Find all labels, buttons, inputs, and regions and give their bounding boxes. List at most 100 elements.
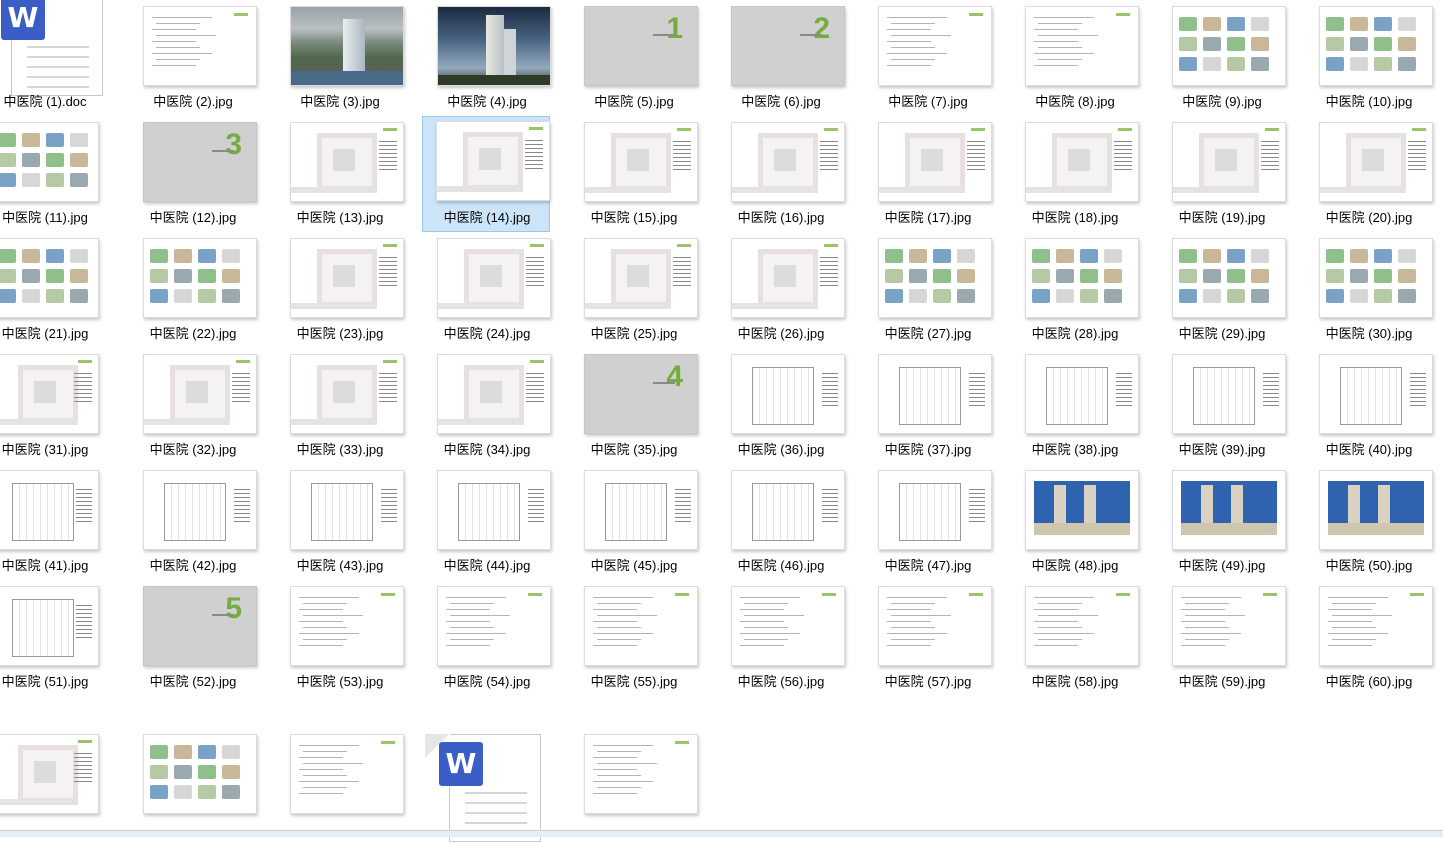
file-thumbnail[interactable] <box>1319 586 1433 666</box>
file-item[interactable]: 中医院 (16).jpg <box>716 116 845 232</box>
file-thumbnail[interactable] <box>1319 238 1433 318</box>
file-item[interactable]: 中医院 (2).jpg <box>128 0 257 116</box>
file-thumbnail[interactable] <box>1025 6 1139 86</box>
file-item[interactable]: 中医院 (34).jpg <box>422 348 551 464</box>
file-thumbnail[interactable] <box>1319 354 1433 434</box>
file-thumbnail[interactable]: 1 <box>584 6 698 86</box>
file-item[interactable]: 中医院 (41).jpg <box>0 464 118 580</box>
file-item[interactable]: 中医院 (25).jpg <box>569 232 698 348</box>
file-item[interactable]: 中医院 (48).jpg <box>1010 464 1139 580</box>
file-item[interactable]: 中医院 (49).jpg <box>1157 464 1286 580</box>
file-thumbnail[interactable] <box>290 734 404 814</box>
file-thumbnail[interactable] <box>1172 470 1286 550</box>
file-item[interactable]: 5 中医院 (52).jpg <box>128 580 257 696</box>
file-thumbnail[interactable] <box>878 122 992 202</box>
file-item[interactable]: 中医院 (40).jpg <box>1304 348 1433 464</box>
file-item[interactable]: 3 中医院 (12).jpg <box>128 116 257 232</box>
file-thumbnail[interactable] <box>1319 122 1433 202</box>
file-thumbnail[interactable]: 5 <box>143 586 257 666</box>
file-thumbnail[interactable] <box>0 238 99 318</box>
file-thumbnail[interactable] <box>1172 238 1286 318</box>
file-item[interactable]: 中医院 (59).jpg <box>1157 580 1286 696</box>
file-item[interactable]: 中医院 (33).jpg <box>275 348 404 464</box>
file-thumbnail[interactable] <box>0 470 99 550</box>
file-item[interactable]: 中医院 (37).jpg <box>863 348 992 464</box>
file-thumbnail[interactable] <box>1172 354 1286 434</box>
file-thumbnail[interactable] <box>0 354 99 434</box>
file-thumbnail[interactable] <box>437 6 551 86</box>
file-item[interactable]: 中医院 (18).jpg <box>1010 116 1139 232</box>
file-thumbnail[interactable] <box>1025 238 1139 318</box>
file-item[interactable]: 中医院 (3).jpg <box>275 0 404 116</box>
file-thumbnail[interactable] <box>1025 354 1139 434</box>
file-thumbnail[interactable]: 4 <box>584 354 698 434</box>
file-thumbnail[interactable] <box>1172 122 1286 202</box>
file-thumbnail[interactable] <box>731 238 845 318</box>
file-item[interactable]: 中医院 (4).jpg <box>422 0 551 116</box>
file-thumbnail[interactable] <box>290 586 404 666</box>
file-thumbnail[interactable]: 3 <box>143 122 257 202</box>
file-thumbnail[interactable] <box>731 122 845 202</box>
file-thumbnail[interactable] <box>1025 586 1139 666</box>
file-item[interactable]: 中医院 (8).jpg <box>1010 0 1139 116</box>
file-thumbnail[interactable] <box>878 238 992 318</box>
file-item[interactable]: 中医院 (31).jpg <box>0 348 118 464</box>
file-item[interactable]: 中医院 (51).jpg <box>0 580 118 696</box>
file-thumbnail[interactable] <box>1025 470 1139 550</box>
file-thumbnail[interactable] <box>143 470 257 550</box>
file-item[interactable]: 中医院 (24).jpg <box>422 232 551 348</box>
file-thumbnail[interactable] <box>1025 122 1139 202</box>
file-item[interactable]: 中医院 (38).jpg <box>1010 348 1139 464</box>
file-thumbnail[interactable] <box>436 121 550 201</box>
file-thumbnail[interactable]: W <box>425 733 551 842</box>
file-item[interactable]: 中医院 (9).jpg <box>1157 0 1286 116</box>
file-item[interactable]: 中医院 (53).jpg <box>275 580 404 696</box>
file-item[interactable] <box>569 728 698 844</box>
file-thumbnail[interactable] <box>0 122 99 202</box>
file-thumbnail[interactable]: W <box>0 0 103 96</box>
file-item[interactable]: 中医院 (21).jpg <box>0 232 118 348</box>
file-thumbnail[interactable] <box>878 6 992 86</box>
horizontal-scrollbar[interactable] <box>0 830 1443 837</box>
file-thumbnail[interactable] <box>290 6 404 86</box>
file-item[interactable] <box>128 728 257 844</box>
file-item[interactable]: W <box>422 728 550 844</box>
file-item[interactable]: 中医院 (54).jpg <box>422 580 551 696</box>
file-item[interactable]: 中医院 (20).jpg <box>1304 116 1433 232</box>
file-thumbnail[interactable] <box>290 354 404 434</box>
file-item[interactable]: 中医院 (30).jpg <box>1304 232 1433 348</box>
file-item[interactable]: W 中医院 (1).doc <box>0 0 118 116</box>
file-item[interactable]: 中医院 (57).jpg <box>863 580 992 696</box>
file-item[interactable]: 中医院 (7).jpg <box>863 0 992 116</box>
file-item[interactable]: 中医院 (15).jpg <box>569 116 698 232</box>
file-thumbnail[interactable] <box>731 470 845 550</box>
file-item[interactable]: 中医院 (39).jpg <box>1157 348 1286 464</box>
file-item[interactable]: 中医院 (56).jpg <box>716 580 845 696</box>
file-item[interactable]: 中医院 (13).jpg <box>275 116 404 232</box>
file-item[interactable]: 中医院 (17).jpg <box>863 116 992 232</box>
file-thumbnail[interactable] <box>437 586 551 666</box>
file-item[interactable]: 中医院 (46).jpg <box>716 464 845 580</box>
file-thumbnail[interactable] <box>290 122 404 202</box>
file-thumbnail[interactable] <box>584 734 698 814</box>
file-item[interactable]: 中医院 (19).jpg <box>1157 116 1286 232</box>
file-thumbnail[interactable] <box>437 470 551 550</box>
file-item[interactable]: 中医院 (45).jpg <box>569 464 698 580</box>
file-thumbnail[interactable] <box>1172 6 1286 86</box>
file-item[interactable]: 中医院 (36).jpg <box>716 348 845 464</box>
file-thumbnail[interactable]: 2 <box>731 6 845 86</box>
file-item[interactable]: 4 中医院 (35).jpg <box>569 348 698 464</box>
file-thumbnail[interactable] <box>878 586 992 666</box>
file-item[interactable]: 中医院 (50).jpg <box>1304 464 1433 580</box>
file-thumbnail[interactable] <box>584 470 698 550</box>
file-thumbnail[interactable] <box>290 238 404 318</box>
file-item[interactable]: 中医院 (58).jpg <box>1010 580 1139 696</box>
file-thumbnail[interactable] <box>143 238 257 318</box>
file-thumbnail[interactable] <box>1319 470 1433 550</box>
file-thumbnail[interactable] <box>143 354 257 434</box>
file-thumbnail[interactable] <box>731 586 845 666</box>
file-item[interactable]: 中医院 (28).jpg <box>1010 232 1139 348</box>
file-thumbnail[interactable] <box>878 470 992 550</box>
file-item[interactable]: 中医院 (55).jpg <box>569 580 698 696</box>
file-item[interactable]: 1 中医院 (5).jpg <box>569 0 698 116</box>
